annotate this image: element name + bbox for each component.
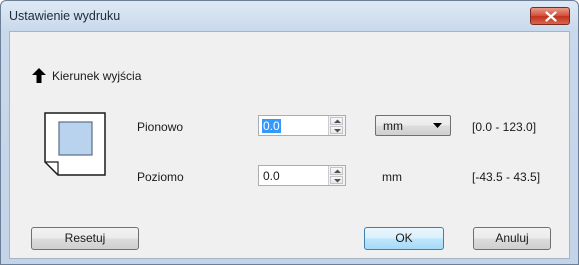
window-title: Ustawienie wydruku	[9, 9, 121, 23]
horizontal-offset-input[interactable]: 0.0	[258, 165, 346, 186]
close-button[interactable]	[530, 7, 570, 25]
output-direction-label: Kierunek wyjścia	[52, 69, 142, 83]
reset-button[interactable]: Resetuj	[31, 227, 139, 250]
title-bar[interactable]: Ustawienie wydruku	[1, 1, 578, 31]
unit-dropdown-value: mm	[383, 119, 403, 133]
dialog-body: Kierunek wyjścia Pionowo 0.0 mm [0.0 - 1…	[9, 31, 570, 259]
unit-dropdown[interactable]: mm	[375, 115, 451, 136]
vertical-label: Pionowo	[137, 120, 184, 134]
spin-up-icon	[334, 119, 341, 123]
vertical-offset-value[interactable]: 0.0	[262, 119, 281, 133]
spin-up-icon	[334, 169, 341, 173]
paper-icon	[44, 112, 106, 176]
cancel-button[interactable]: Anuluj	[473, 227, 551, 250]
chevron-down-icon	[433, 123, 442, 128]
horizontal-unit: mm	[382, 170, 402, 184]
spin-down-icon	[334, 129, 341, 133]
horizontal-spinner[interactable]	[328, 166, 345, 185]
close-icon	[545, 11, 557, 22]
horizontal-offset-value[interactable]: 0.0	[262, 169, 281, 183]
horizontal-label: Poziomo	[137, 170, 184, 184]
horizontal-range: [-43.5 - 43.5]	[472, 170, 541, 184]
ok-button[interactable]: OK	[364, 227, 444, 250]
spin-down-icon	[334, 179, 341, 183]
dialog-window: Ustawienie wydruku Kierunek wyjścia Pion…	[0, 0, 579, 265]
horizontal-decrement-button[interactable]	[330, 176, 343, 184]
vertical-range: [0.0 - 123.0]	[472, 120, 537, 134]
vertical-offset-input[interactable]: 0.0	[258, 115, 346, 136]
vertical-spinner[interactable]	[328, 116, 345, 135]
vertical-decrement-button[interactable]	[330, 126, 343, 134]
vertical-increment-button[interactable]	[330, 117, 343, 125]
horizontal-increment-button[interactable]	[330, 167, 343, 175]
arrow-up-icon	[32, 68, 46, 83]
